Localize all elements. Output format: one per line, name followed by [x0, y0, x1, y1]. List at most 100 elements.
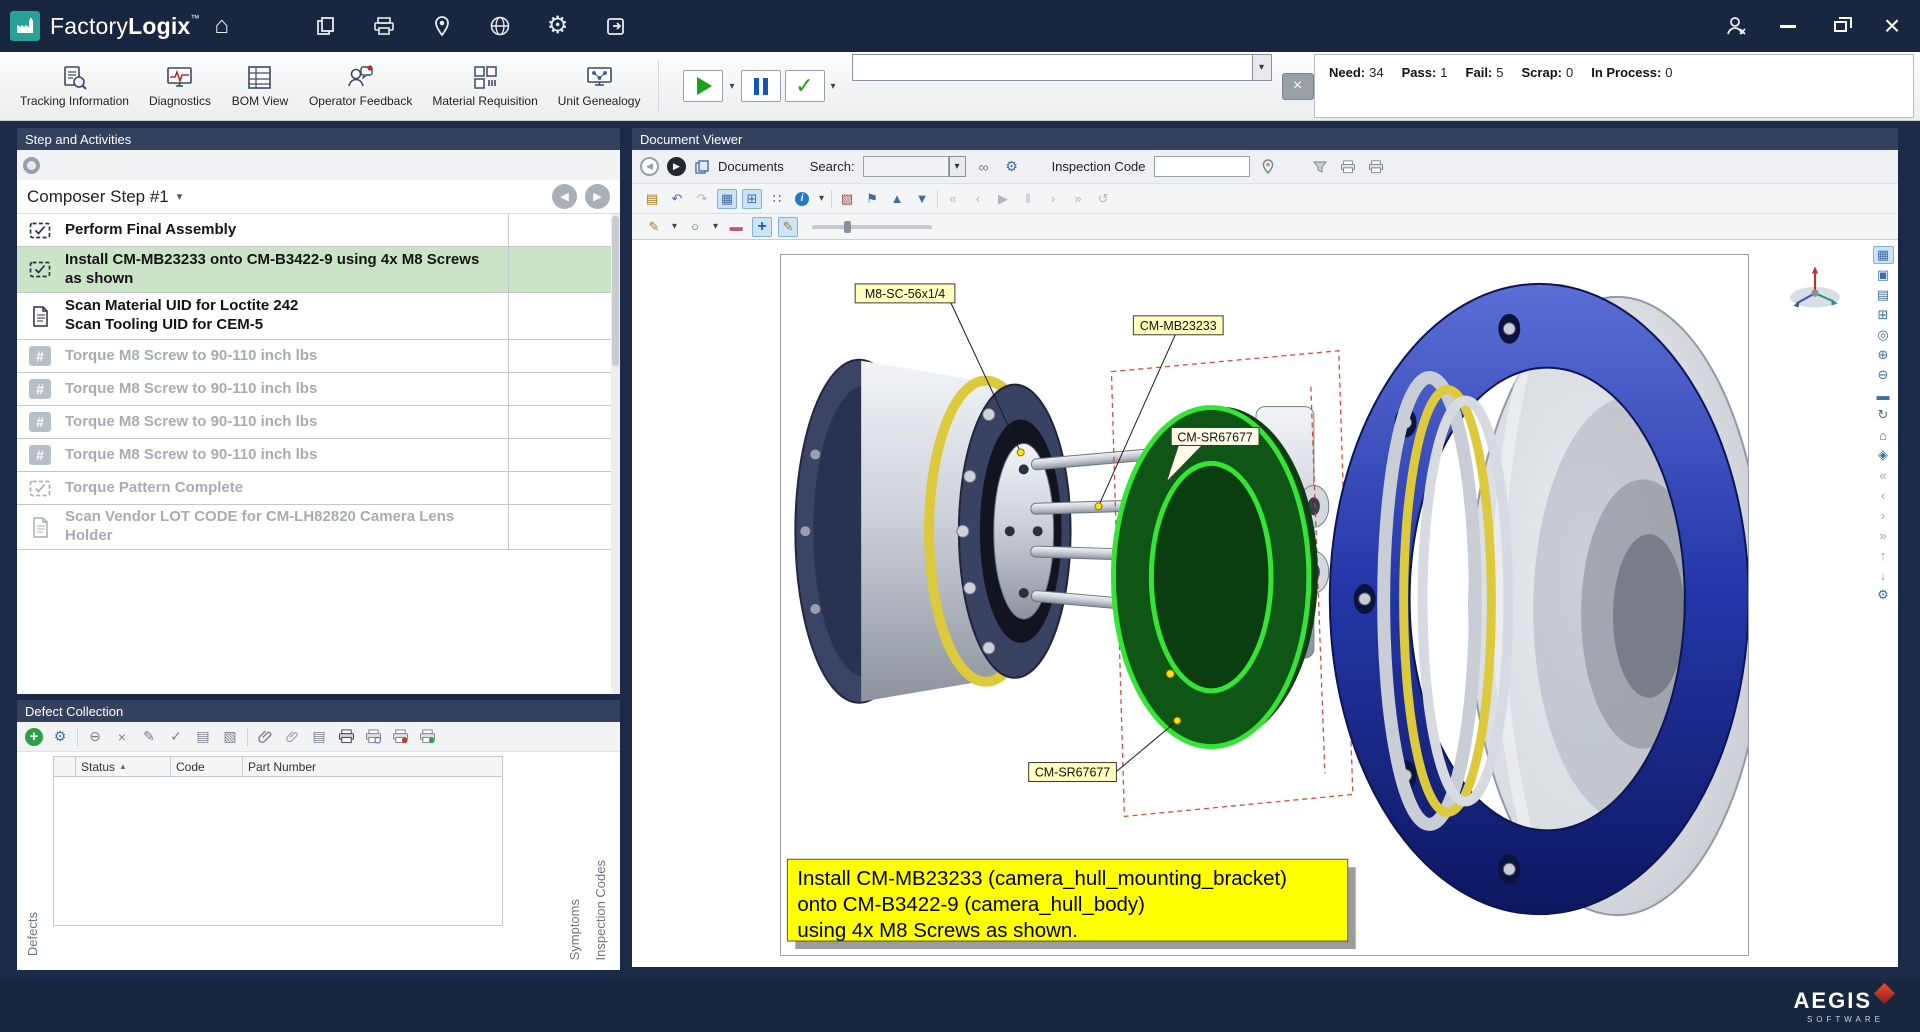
- diagnostics-button[interactable]: Diagnostics: [139, 54, 221, 118]
- activity-row[interactable]: # Torque M8 Screw to 90-110 inch lbs: [17, 373, 620, 406]
- pan-tool-button[interactable]: +: [752, 217, 772, 237]
- restore-button[interactable]: [1818, 4, 1862, 48]
- home-button[interactable]: ⌂: [200, 6, 244, 46]
- document-search-input[interactable]: [863, 156, 949, 177]
- redo-icon[interactable]: ↷: [692, 189, 712, 209]
- highlighter-tool-button[interactable]: ✎: [778, 217, 798, 237]
- pan-view-icon[interactable]: ⊞: [1873, 306, 1894, 324]
- forward-button[interactable]: ▶: [667, 157, 686, 176]
- defects-table[interactable]: Status▲ Code Part Number: [53, 756, 503, 926]
- previous-step-button[interactable]: ◀: [552, 184, 577, 209]
- attach-image-button[interactable]: [282, 727, 302, 747]
- gasket-ring-part[interactable]: [1113, 407, 1317, 747]
- snapshot-icon[interactable]: ▣: [1873, 266, 1894, 284]
- info-button[interactable]: i: [792, 189, 812, 209]
- defect-report-button[interactable]: ▤: [309, 727, 329, 747]
- print-export-button[interactable]: [390, 727, 410, 747]
- page-down-icon[interactable]: ▼: [912, 189, 932, 209]
- tab-inspection-codes[interactable]: Inspection Codes: [593, 860, 608, 960]
- activity-row-selected[interactable]: Install CM-MB23233 onto CM-B3422-9 using…: [17, 247, 620, 293]
- view-grid-button[interactable]: ▦: [717, 189, 737, 209]
- code-column-header[interactable]: Code: [171, 757, 243, 776]
- bookmark-icon[interactable]: ⚑: [862, 189, 882, 209]
- edit-defect-button[interactable]: ✎: [139, 727, 159, 747]
- switch-workstation-button[interactable]: [594, 6, 638, 46]
- view-grid-icon[interactable]: ▦: [1873, 246, 1894, 264]
- minimize-button[interactable]: [1766, 4, 1810, 48]
- home-view-icon[interactable]: ⌂: [1873, 426, 1894, 444]
- scroll-down-icon[interactable]: ↓: [1873, 566, 1894, 584]
- scroll-up-icon[interactable]: ↑: [1873, 546, 1894, 564]
- tab-defects[interactable]: Defects: [25, 912, 40, 956]
- operator-feedback-button[interactable]: Operator Feedback: [299, 54, 422, 118]
- undo-icon[interactable]: ↶: [667, 189, 687, 209]
- remove-defect-button[interactable]: ⊖: [85, 727, 105, 747]
- fit-page-button[interactable]: ⊞: [742, 189, 762, 209]
- last-page-button[interactable]: »: [1068, 189, 1088, 209]
- part-number-column-header[interactable]: Part Number: [243, 757, 502, 776]
- print-preview-button[interactable]: [363, 727, 383, 747]
- export-document-icon[interactable]: ▧: [837, 189, 857, 209]
- activity-row[interactable]: Perform Final Assembly: [17, 214, 620, 247]
- eraser-tool-button[interactable]: ▬: [726, 217, 746, 237]
- viewer-settings-icon[interactable]: ⚙: [1873, 586, 1894, 604]
- bom-view-button[interactable]: BOM View: [221, 54, 299, 118]
- start-button[interactable]: [683, 70, 723, 102]
- standard-views-icon[interactable]: ◈: [1873, 446, 1894, 464]
- activity-row[interactable]: Scan Vendor LOT CODE for CM-LH82820 Came…: [17, 505, 620, 550]
- logoff-user-button[interactable]: [1714, 6, 1758, 46]
- activity-row[interactable]: # Torque M8 Screw to 90-110 inch lbs: [17, 406, 620, 439]
- previous-view-icon[interactable]: ‹: [1873, 486, 1894, 504]
- inspection-location-icon[interactable]: [1258, 157, 1278, 177]
- last-view-icon[interactable]: »: [1873, 526, 1894, 544]
- first-page-button[interactable]: «: [943, 189, 963, 209]
- settings-button[interactable]: ⚙: [536, 6, 580, 46]
- defect-document-button[interactable]: ▤: [193, 727, 213, 747]
- pause-button[interactable]: [741, 70, 781, 102]
- pen-tool-caret[interactable]: ▾: [672, 221, 677, 232]
- first-view-icon[interactable]: «: [1873, 466, 1894, 484]
- inspection-code-input[interactable]: [1154, 156, 1250, 177]
- shape-tool-button[interactable]: ○: [685, 217, 705, 237]
- next-step-button[interactable]: ▶: [585, 184, 610, 209]
- print-services-button[interactable]: [362, 6, 406, 46]
- tracking-information-button[interactable]: Tracking Information: [10, 54, 139, 118]
- page-up-icon[interactable]: ▲: [887, 189, 907, 209]
- start-options-caret[interactable]: ▾: [729, 81, 734, 92]
- close-button[interactable]: ×: [1870, 4, 1914, 48]
- print-all-icon[interactable]: [1366, 157, 1386, 177]
- unit-genealogy-button[interactable]: Unit Genealogy: [548, 54, 651, 118]
- steps-scrollbar[interactable]: [611, 214, 620, 694]
- rotate-view-icon[interactable]: ↻: [1873, 406, 1894, 424]
- work-order-combobox[interactable]: [852, 54, 1252, 81]
- complete-button[interactable]: ✓: [785, 70, 825, 102]
- activity-row[interactable]: # Torque M8 Screw to 90-110 inch lbs: [17, 340, 620, 373]
- step-group-caret[interactable]: ▾: [177, 190, 183, 203]
- print-defects-button[interactable]: [336, 727, 356, 747]
- assembly-3d-view[interactable]: M8-SC-56x1/4 CM-MB23233: [781, 255, 1748, 955]
- paste-icon[interactable]: ▤: [642, 189, 662, 209]
- print-document-icon[interactable]: [1338, 157, 1358, 177]
- location-button[interactable]: [420, 6, 464, 46]
- zoom-slider[interactable]: [812, 225, 932, 229]
- layers-icon[interactable]: ▤: [1873, 286, 1894, 304]
- status-column-header[interactable]: Status▲: [76, 757, 171, 776]
- documents-label[interactable]: Documents: [718, 159, 784, 174]
- print-confirm-button[interactable]: [417, 727, 437, 747]
- documents-button[interactable]: [304, 6, 348, 46]
- play-pages-button[interactable]: ▶: [993, 189, 1013, 209]
- info-caret[interactable]: ▾: [819, 193, 824, 204]
- zoom-window-icon[interactable]: ◎: [1873, 326, 1894, 344]
- clear-selection-button[interactable]: ×: [1282, 73, 1314, 100]
- activity-row[interactable]: Scan Material UID for Loctite 242 Scan T…: [17, 293, 620, 340]
- find-binoculars-icon[interactable]: ∞: [974, 157, 994, 177]
- orientation-axes[interactable]: [1784, 262, 1846, 312]
- pen-tool-button[interactable]: ✎: [644, 217, 664, 237]
- pause-pages-button[interactable]: ‖: [1018, 189, 1038, 209]
- search-settings-icon[interactable]: ⚙: [1002, 157, 1022, 177]
- delete-defect-button[interactable]: ×: [112, 727, 132, 747]
- attach-file-button[interactable]: [255, 727, 275, 747]
- search-dropdown-caret[interactable]: ▾: [949, 156, 966, 177]
- defect-export-button[interactable]: ▧: [220, 727, 240, 747]
- activity-row[interactable]: # Torque M8 Screw to 90-110 inch lbs: [17, 439, 620, 472]
